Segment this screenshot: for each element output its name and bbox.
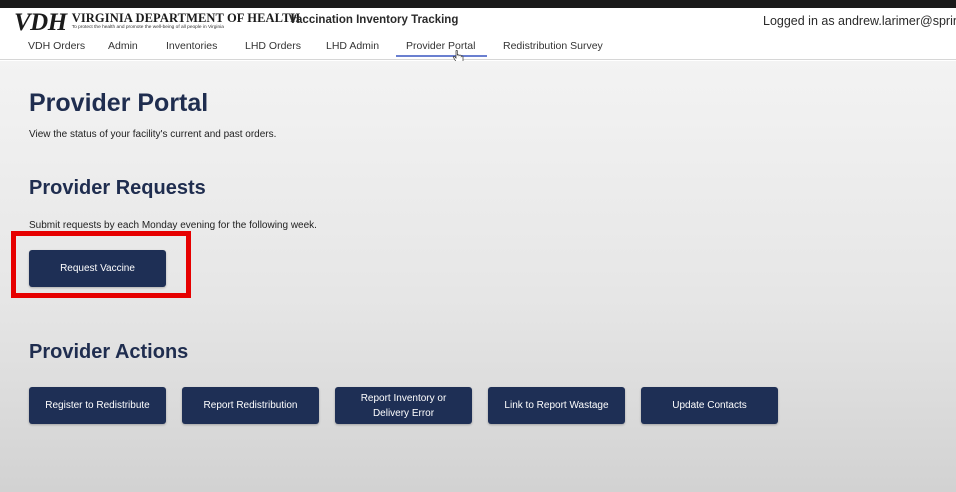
page-subtitle: View the status of your facility's curre… xyxy=(29,129,277,140)
requests-deadline-note: Submit requests by each Monday evening f… xyxy=(29,220,317,231)
nav-provider-portal[interactable]: Provider Portal xyxy=(395,40,488,60)
logo-text: VIRGINIA DEPARTMENT OF HEALTH To protect… xyxy=(72,12,301,31)
page-title: Provider Portal xyxy=(29,89,209,117)
nav-redistribution-survey[interactable]: Redistribution Survey xyxy=(503,40,603,60)
nav-lhd-admin[interactable]: LHD Admin xyxy=(326,40,379,60)
report-wastage-link-button[interactable]: Link to Report Wastage xyxy=(488,387,625,424)
report-redistribution-button[interactable]: Report Redistribution xyxy=(182,387,319,424)
logged-in-user: Logged in as andrew.larimer@springs xyxy=(763,14,956,28)
provider-requests-heading: Provider Requests xyxy=(29,177,206,199)
logo-tagline: To protect the health and promote the we… xyxy=(71,25,224,30)
top-strip xyxy=(0,0,956,8)
provider-actions-heading: Provider Actions xyxy=(29,341,189,363)
nav-vdh-orders[interactable]: VDH Orders xyxy=(28,40,85,60)
nav-lhd-orders[interactable]: LHD Orders xyxy=(245,40,301,60)
nav-inventories[interactable]: Inventories xyxy=(166,40,217,60)
app-name: Vaccination Inventory Tracking xyxy=(289,14,459,26)
register-to-redistribute-button[interactable]: Register to Redistribute xyxy=(29,387,166,424)
main-content: Provider Portal View the status of your … xyxy=(0,61,956,492)
main-nav: VDH Orders Admin Inventories LHD Orders … xyxy=(0,40,956,60)
report-inventory-error-button[interactable]: Report Inventory or Delivery Error xyxy=(335,387,472,424)
app-header: VDH VIRGINIA DEPARTMENT OF HEALTH To pro… xyxy=(0,8,956,60)
logo-title: VIRGINIA DEPARTMENT OF HEALTH xyxy=(71,11,301,25)
logo-mark: VDH xyxy=(14,9,67,36)
nav-admin[interactable]: Admin xyxy=(108,40,138,60)
update-contacts-button[interactable]: Update Contacts xyxy=(641,387,778,424)
red-highlight-annotation xyxy=(11,231,191,298)
vdh-logo[interactable]: VDH VIRGINIA DEPARTMENT OF HEALTH To pro… xyxy=(14,9,301,38)
